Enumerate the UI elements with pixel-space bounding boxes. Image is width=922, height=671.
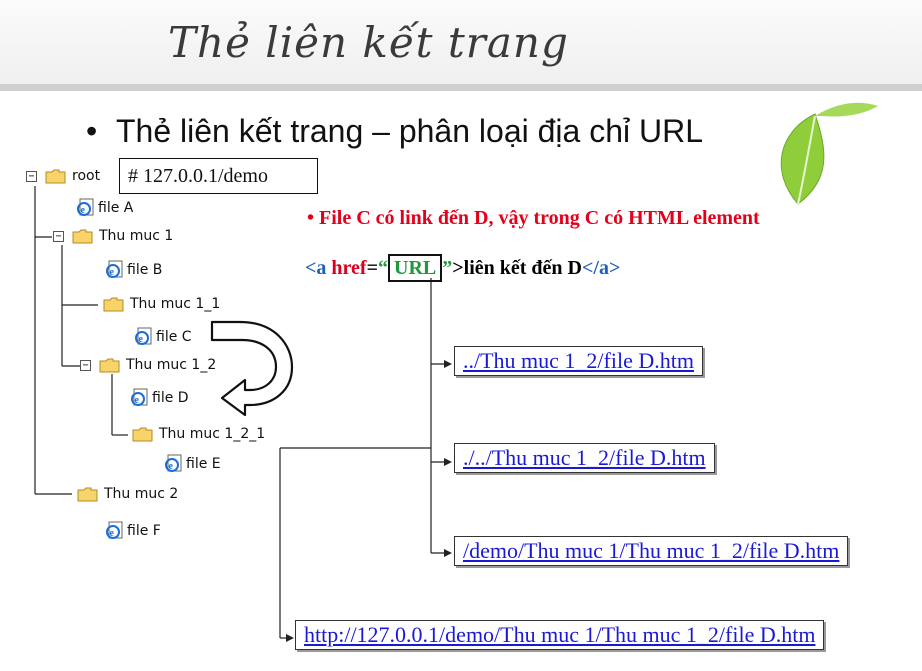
tree-label: Thu muc 2 — [104, 486, 179, 502]
relative-link-box-1[interactable]: ../Thu muc 1_2/file D.htm — [454, 346, 703, 376]
curved-arrow-icon — [210, 320, 294, 417]
ie-file-icon: e — [131, 388, 148, 406]
tree-label: file F — [127, 522, 161, 539]
relative-link-box-2[interactable]: ./../Thu muc 1_2/file D.htm — [454, 443, 715, 473]
svg-text:e: e — [139, 334, 144, 345]
absolute-link[interactable]: http://127.0.0.1/demo/Thu muc 1/Thu muc … — [304, 622, 815, 647]
tree-item-file-c[interactable]: e file C — [134, 327, 192, 346]
tree-label: Thu muc 1_1 — [130, 296, 221, 312]
code-gt: > — [452, 257, 464, 279]
tree-label: file B — [127, 261, 163, 278]
code-link-text: liên kết đến D — [463, 257, 582, 279]
relative-link-2[interactable]: ./../Thu muc 1_2/file D.htm — [463, 445, 706, 470]
svg-text:e: e — [110, 528, 115, 539]
code-quote-open: “ — [378, 257, 388, 279]
tree-label: file C — [156, 328, 192, 345]
svg-text:e: e — [135, 395, 140, 406]
tree-item-thu-muc-1[interactable]: − Thu muc 1 — [53, 228, 173, 244]
root-relative-link-box[interactable]: /demo/Thu muc 1/Thu muc 1_2/file D.htm — [454, 536, 849, 566]
collapse-icon[interactable]: − — [26, 170, 37, 182]
tree-item-thu-muc-1-2[interactable]: − Thu muc 1_2 — [80, 357, 216, 373]
tree-item-file-e[interactable]: e file E — [164, 454, 221, 473]
code-tag-close: </a> — [581, 257, 621, 279]
tree-label: file A — [98, 199, 134, 216]
code-quote-close: ” — [442, 257, 453, 279]
html-code-example: <a href=“ URL ”>liên kết đến D</a> — [305, 254, 620, 282]
folder-icon — [132, 427, 153, 441]
tree-item-file-f[interactable]: e file F — [105, 521, 161, 540]
code-attr-href: href — [326, 257, 367, 279]
root-url-box: # 127.0.0.1/demo — [119, 158, 318, 194]
tree-label: Thu muc 1 — [99, 228, 174, 244]
note-text: • File C có link đến D, vậy trong C có H… — [307, 207, 760, 229]
tree-root[interactable]: − root — [26, 168, 100, 184]
tree-label: Thu muc 1_2_1 — [159, 426, 266, 442]
tree-label: Thu muc 1_2 — [126, 357, 217, 373]
absolute-link-box[interactable]: http://127.0.0.1/demo/Thu muc 1/Thu muc … — [295, 620, 825, 650]
tree-item-file-d[interactable]: e file D — [130, 388, 189, 407]
folder-icon — [72, 229, 93, 243]
code-tag-open: <a — [305, 257, 327, 279]
code-url-box: URL — [388, 254, 443, 282]
tree-item-thu-muc-2[interactable]: Thu muc 2 — [77, 486, 178, 502]
ie-file-icon: e — [106, 260, 123, 278]
collapse-icon[interactable]: − — [80, 359, 91, 371]
ie-file-icon: e — [135, 327, 152, 345]
collapse-icon[interactable]: − — [53, 230, 64, 242]
folder-icon — [45, 169, 66, 183]
folder-icon — [99, 358, 120, 372]
ie-file-icon: e — [165, 454, 182, 472]
folder-icon — [103, 297, 124, 311]
ie-file-icon: e — [77, 198, 94, 216]
tree-label: file D — [152, 389, 189, 406]
svg-text:e: e — [81, 205, 86, 216]
tree-item-file-a[interactable]: e file A — [76, 198, 133, 217]
tree-label: file E — [186, 455, 221, 472]
tree-item-thu-muc-1-2-1[interactable]: Thu muc 1_2_1 — [132, 426, 265, 442]
svg-text:e: e — [110, 267, 115, 278]
folder-icon — [77, 487, 98, 501]
tree-item-file-b[interactable]: e file B — [105, 260, 162, 279]
tree-item-thu-muc-1-1[interactable]: Thu muc 1_1 — [103, 296, 220, 312]
root-relative-link[interactable]: /demo/Thu muc 1/Thu muc 1_2/file D.htm — [463, 538, 839, 563]
relative-link-1[interactable]: ../Thu muc 1_2/file D.htm — [463, 348, 694, 373]
svg-text:e: e — [169, 461, 174, 472]
tree-label: root — [72, 168, 101, 184]
ie-file-icon: e — [106, 521, 123, 539]
code-equals: = — [366, 257, 378, 279]
